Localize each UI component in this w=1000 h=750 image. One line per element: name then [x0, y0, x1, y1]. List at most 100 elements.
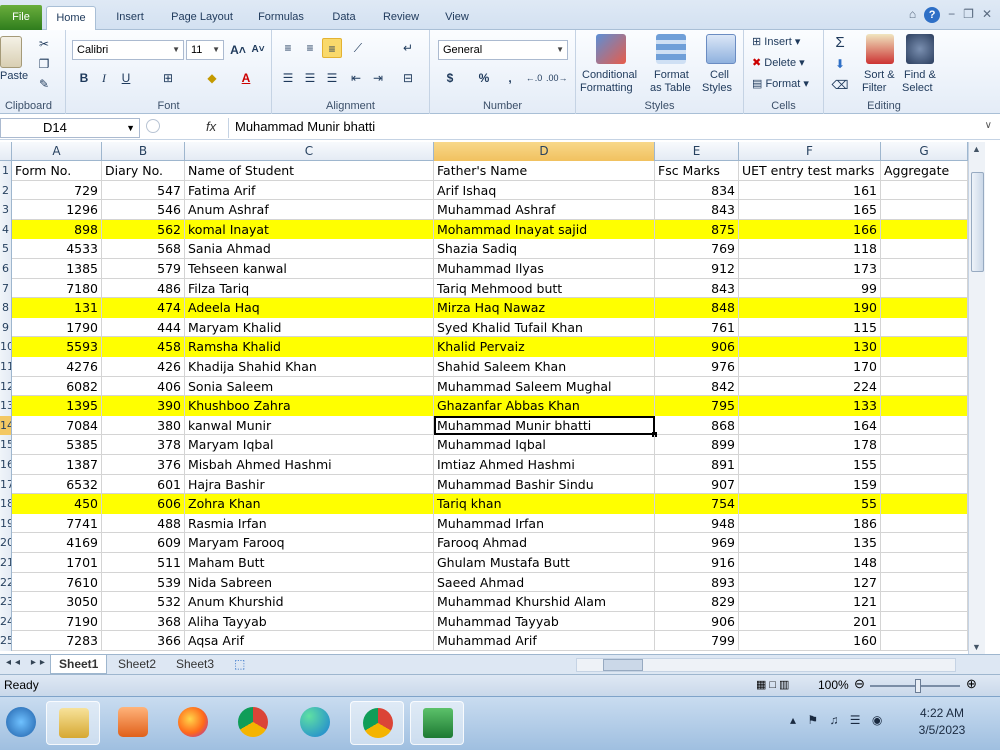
- cell-g6[interactable]: [881, 259, 968, 279]
- cell-b14[interactable]: 380: [102, 415, 185, 436]
- cell-f11[interactable]: 170: [739, 357, 881, 377]
- cell-c15[interactable]: Maryam Iqbal: [185, 435, 434, 455]
- grow-font-icon[interactable]: A˄: [228, 40, 248, 60]
- cell-f17[interactable]: 159: [739, 474, 881, 495]
- cell-f23[interactable]: 121: [739, 592, 881, 612]
- cell-f12[interactable]: 224: [739, 376, 881, 397]
- cell-a15[interactable]: 5385: [12, 435, 102, 455]
- decrease-decimal-icon[interactable]: .00→: [546, 68, 568, 88]
- minimize-icon[interactable]: −: [948, 7, 955, 23]
- zoom-in-icon[interactable]: ⊕: [966, 676, 977, 692]
- cell-a19[interactable]: 7741: [12, 513, 102, 534]
- row-header[interactable]: 17: [0, 474, 12, 495]
- cell-g10[interactable]: [881, 337, 968, 357]
- taskbar-excel[interactable]: [410, 701, 464, 745]
- cell-c11[interactable]: Khadija Shahid Khan: [185, 357, 434, 377]
- cell-d7[interactable]: Tariq Mehmood butt: [434, 278, 655, 299]
- cell-e12[interactable]: 842: [655, 376, 739, 397]
- restore-icon[interactable]: ❐: [963, 7, 974, 23]
- cell-d19[interactable]: Muhammad Irfan: [434, 513, 655, 534]
- cell-e19[interactable]: 948: [655, 513, 739, 534]
- scroll-down-icon[interactable]: ▼: [972, 642, 981, 652]
- taskbar-chrome[interactable]: [226, 701, 280, 745]
- cell-d8[interactable]: Mirza Haq Nawaz: [434, 298, 655, 318]
- cell-g16[interactable]: [881, 455, 968, 475]
- cell-c2[interactable]: Fatima Arif: [185, 180, 434, 201]
- cell-d2[interactable]: Arif Ishaq: [434, 180, 655, 201]
- cell-a2[interactable]: 729: [12, 180, 102, 201]
- cell-d6[interactable]: Muhammad Ilyas: [434, 259, 655, 279]
- cell-a9[interactable]: 1790: [12, 317, 102, 338]
- align-center-icon[interactable]: ☰: [300, 68, 320, 88]
- sheet-tab-sheet1[interactable]: Sheet1: [50, 655, 108, 674]
- borders-icon[interactable]: ⊞: [158, 68, 178, 88]
- cell-f25[interactable]: 160: [739, 631, 881, 651]
- cell-g12[interactable]: [881, 376, 968, 397]
- view-buttons-icon[interactable]: ▦□▥: [756, 678, 792, 691]
- row-header[interactable]: 22: [0, 572, 12, 593]
- find-select-icon[interactable]: [906, 34, 934, 64]
- cell-g4[interactable]: [881, 219, 968, 240]
- sort-filter-icon[interactable]: [866, 34, 894, 64]
- cell-a21[interactable]: 1701: [12, 553, 102, 573]
- cell-e13[interactable]: 795: [655, 396, 739, 416]
- header-cell-e[interactable]: Fsc Marks: [655, 161, 739, 181]
- cell-e2[interactable]: 834: [655, 180, 739, 201]
- cell-d24[interactable]: Muhammad Tayyab: [434, 611, 655, 632]
- cell-b8[interactable]: 474: [102, 298, 185, 318]
- cell-a13[interactable]: 1395: [12, 396, 102, 416]
- cell-b10[interactable]: 458: [102, 337, 185, 357]
- row-header[interactable]: 10: [0, 337, 12, 357]
- cell-g9[interactable]: [881, 317, 968, 338]
- cell-a20[interactable]: 4169: [12, 533, 102, 553]
- cell-f5[interactable]: 118: [739, 239, 881, 259]
- align-top-icon[interactable]: ≡: [278, 38, 298, 58]
- row-header[interactable]: 9: [0, 317, 12, 338]
- row-header[interactable]: 12: [0, 376, 12, 397]
- cell-f13[interactable]: 133: [739, 396, 881, 416]
- cell-d23[interactable]: Muhammad Khurshid Alam: [434, 592, 655, 612]
- cell-f9[interactable]: 115: [739, 317, 881, 338]
- cell-b3[interactable]: 546: [102, 200, 185, 220]
- number-format-combo[interactable]: General ▼: [438, 40, 568, 60]
- cell-e4[interactable]: 875: [655, 219, 739, 240]
- cell-d18[interactable]: Tariq khan: [434, 494, 655, 514]
- cell-d13[interactable]: Ghazanfar Abbas Khan: [434, 396, 655, 416]
- align-bottom-icon[interactable]: ≡: [322, 38, 342, 58]
- vertical-scrollbar[interactable]: ▲ ▼: [968, 142, 985, 654]
- column-header-g[interactable]: G: [881, 142, 968, 161]
- cell-b21[interactable]: 511: [102, 553, 185, 573]
- copy-icon[interactable]: ❐: [34, 54, 54, 74]
- cell-a12[interactable]: 6082: [12, 376, 102, 397]
- wrap-text-icon[interactable]: ↵: [398, 38, 418, 58]
- underline-button[interactable]: U: [116, 68, 136, 88]
- format-as-table-label-1[interactable]: Format: [654, 69, 689, 81]
- cell-a18[interactable]: 450: [12, 494, 102, 514]
- decrease-indent-icon[interactable]: ⇤: [346, 68, 366, 88]
- cell-f4[interactable]: 166: [739, 219, 881, 240]
- sheet-tab-sheet3[interactable]: Sheet3: [168, 655, 222, 674]
- cell-e17[interactable]: 907: [655, 474, 739, 495]
- shrink-font-icon[interactable]: A˅: [248, 40, 268, 60]
- cell-b22[interactable]: 539: [102, 572, 185, 593]
- cell-e5[interactable]: 769: [655, 239, 739, 259]
- format-painter-icon[interactable]: ✎: [34, 74, 54, 94]
- cell-d22[interactable]: Saeed Ahmad: [434, 572, 655, 593]
- cell-b7[interactable]: 486: [102, 278, 185, 299]
- cell-e3[interactable]: 843: [655, 200, 739, 220]
- conditional-formatting-label-2[interactable]: Formatting: [580, 82, 633, 94]
- sheet-tab-sheet2[interactable]: Sheet2: [110, 655, 164, 674]
- cell-e23[interactable]: 829: [655, 592, 739, 612]
- clock[interactable]: 4:22 AM 3/5/2023: [912, 705, 972, 739]
- cell-c5[interactable]: Sania Ahmad: [185, 239, 434, 259]
- cell-d12[interactable]: Muhammad Saleem Mughal: [434, 376, 655, 397]
- row-header[interactable]: 25: [0, 631, 12, 651]
- tab-review[interactable]: Review: [376, 6, 426, 31]
- cell-f18[interactable]: 55: [739, 494, 881, 514]
- conditional-formatting-icon[interactable]: [596, 34, 626, 64]
- start-button[interactable]: [0, 701, 48, 745]
- row-header[interactable]: 19: [0, 513, 12, 534]
- scroll-up-icon[interactable]: ▲: [972, 144, 981, 154]
- row-header[interactable]: 13: [0, 396, 12, 416]
- cell-e9[interactable]: 761: [655, 317, 739, 338]
